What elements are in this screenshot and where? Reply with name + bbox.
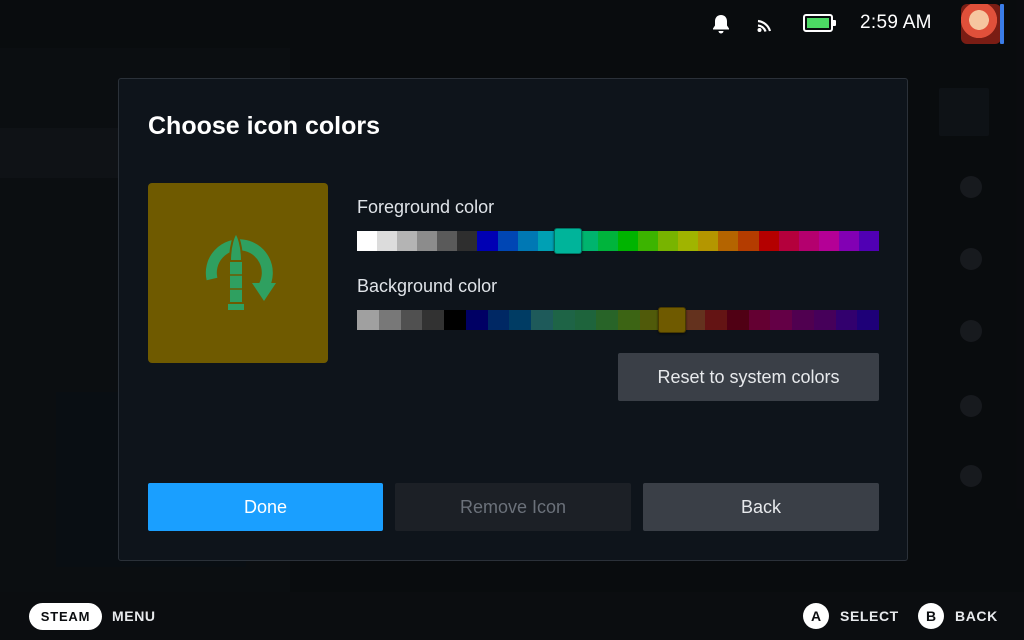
done-button[interactable]: Done bbox=[148, 483, 383, 531]
status-bar: 2:59 AM bbox=[0, 0, 1024, 48]
color-swatch[interactable] bbox=[497, 231, 518, 251]
color-swatch[interactable] bbox=[748, 310, 771, 330]
color-swatch[interactable] bbox=[792, 310, 814, 330]
bullet-refresh-icon bbox=[205, 231, 276, 312]
color-swatch[interactable] bbox=[457, 231, 478, 251]
select-label: SELECT bbox=[840, 608, 899, 624]
color-swatch[interactable] bbox=[378, 310, 401, 330]
color-swatch[interactable] bbox=[422, 310, 444, 330]
color-swatch[interactable] bbox=[618, 310, 640, 330]
color-swatch[interactable] bbox=[465, 310, 488, 330]
color-swatch[interactable] bbox=[417, 231, 438, 251]
color-swatch[interactable] bbox=[517, 231, 538, 251]
color-swatch[interactable] bbox=[758, 231, 779, 251]
color-swatch[interactable] bbox=[726, 310, 749, 330]
choose-icon-colors-dialog: Choose icon colors Foreground color Back… bbox=[118, 78, 908, 561]
dialog-title: Choose icon colors bbox=[148, 112, 380, 140]
color-swatch[interactable] bbox=[477, 231, 498, 251]
color-swatch[interactable] bbox=[397, 231, 418, 251]
color-swatch[interactable] bbox=[400, 310, 423, 330]
icon-preview bbox=[148, 183, 328, 363]
color-swatch[interactable] bbox=[813, 310, 836, 330]
color-swatch[interactable] bbox=[531, 310, 553, 330]
screen: 2:59 AM Choose icon colors Foreground co… bbox=[0, 0, 1024, 640]
color-swatch[interactable] bbox=[835, 310, 858, 330]
background-color-thumb[interactable] bbox=[658, 307, 687, 333]
color-swatch[interactable] bbox=[698, 231, 719, 251]
color-swatch[interactable] bbox=[444, 310, 466, 330]
color-swatch[interactable] bbox=[705, 310, 727, 330]
online-indicator bbox=[1000, 4, 1004, 44]
foreground-color-picker[interactable] bbox=[357, 231, 880, 251]
color-swatch[interactable] bbox=[818, 231, 839, 251]
foreground-color-thumb[interactable] bbox=[553, 228, 582, 254]
back-button[interactable]: Back bbox=[643, 483, 879, 531]
color-swatch[interactable] bbox=[738, 231, 759, 251]
color-swatch[interactable] bbox=[437, 231, 458, 251]
color-swatch[interactable] bbox=[574, 310, 597, 330]
bell-icon[interactable] bbox=[711, 13, 731, 40]
wifi-icon bbox=[756, 15, 776, 38]
color-swatch[interactable] bbox=[357, 310, 379, 330]
color-swatch[interactable] bbox=[838, 231, 859, 251]
color-swatch[interactable] bbox=[377, 231, 398, 251]
remove-icon-button[interactable]: Remove Icon bbox=[395, 483, 631, 531]
color-swatch[interactable] bbox=[357, 231, 378, 251]
menu-label: MENU bbox=[112, 608, 156, 624]
clock: 2:59 AM bbox=[860, 12, 932, 33]
color-swatch[interactable] bbox=[487, 310, 510, 330]
foreground-color-label: Foreground color bbox=[357, 197, 495, 217]
color-swatch[interactable] bbox=[683, 310, 705, 330]
color-swatch[interactable] bbox=[552, 310, 575, 330]
color-swatch[interactable] bbox=[597, 231, 619, 251]
color-swatch[interactable] bbox=[638, 231, 659, 251]
background-color-picker[interactable] bbox=[357, 310, 879, 330]
color-swatch[interactable] bbox=[858, 231, 880, 251]
color-swatch[interactable] bbox=[770, 310, 792, 330]
battery-icon bbox=[803, 14, 836, 32]
color-swatch[interactable] bbox=[798, 231, 819, 251]
color-swatch[interactable] bbox=[658, 231, 679, 251]
color-swatch[interactable] bbox=[718, 231, 739, 251]
avatar[interactable] bbox=[961, 4, 1001, 44]
color-swatch[interactable] bbox=[778, 231, 799, 251]
back-hint-label: BACK bbox=[955, 608, 998, 624]
b-button-glyph[interactable]: B bbox=[918, 603, 944, 629]
a-button-glyph[interactable]: A bbox=[803, 603, 829, 629]
color-swatch[interactable] bbox=[857, 310, 879, 330]
color-swatch[interactable] bbox=[596, 310, 618, 330]
reset-to-system-colors-button[interactable]: Reset to system colors bbox=[618, 353, 879, 401]
color-swatch[interactable] bbox=[509, 310, 531, 330]
background-color-label: Background color bbox=[357, 276, 498, 296]
color-swatch[interactable] bbox=[678, 231, 699, 251]
steam-button[interactable]: STEAM bbox=[29, 603, 102, 630]
color-swatch[interactable] bbox=[618, 231, 639, 251]
